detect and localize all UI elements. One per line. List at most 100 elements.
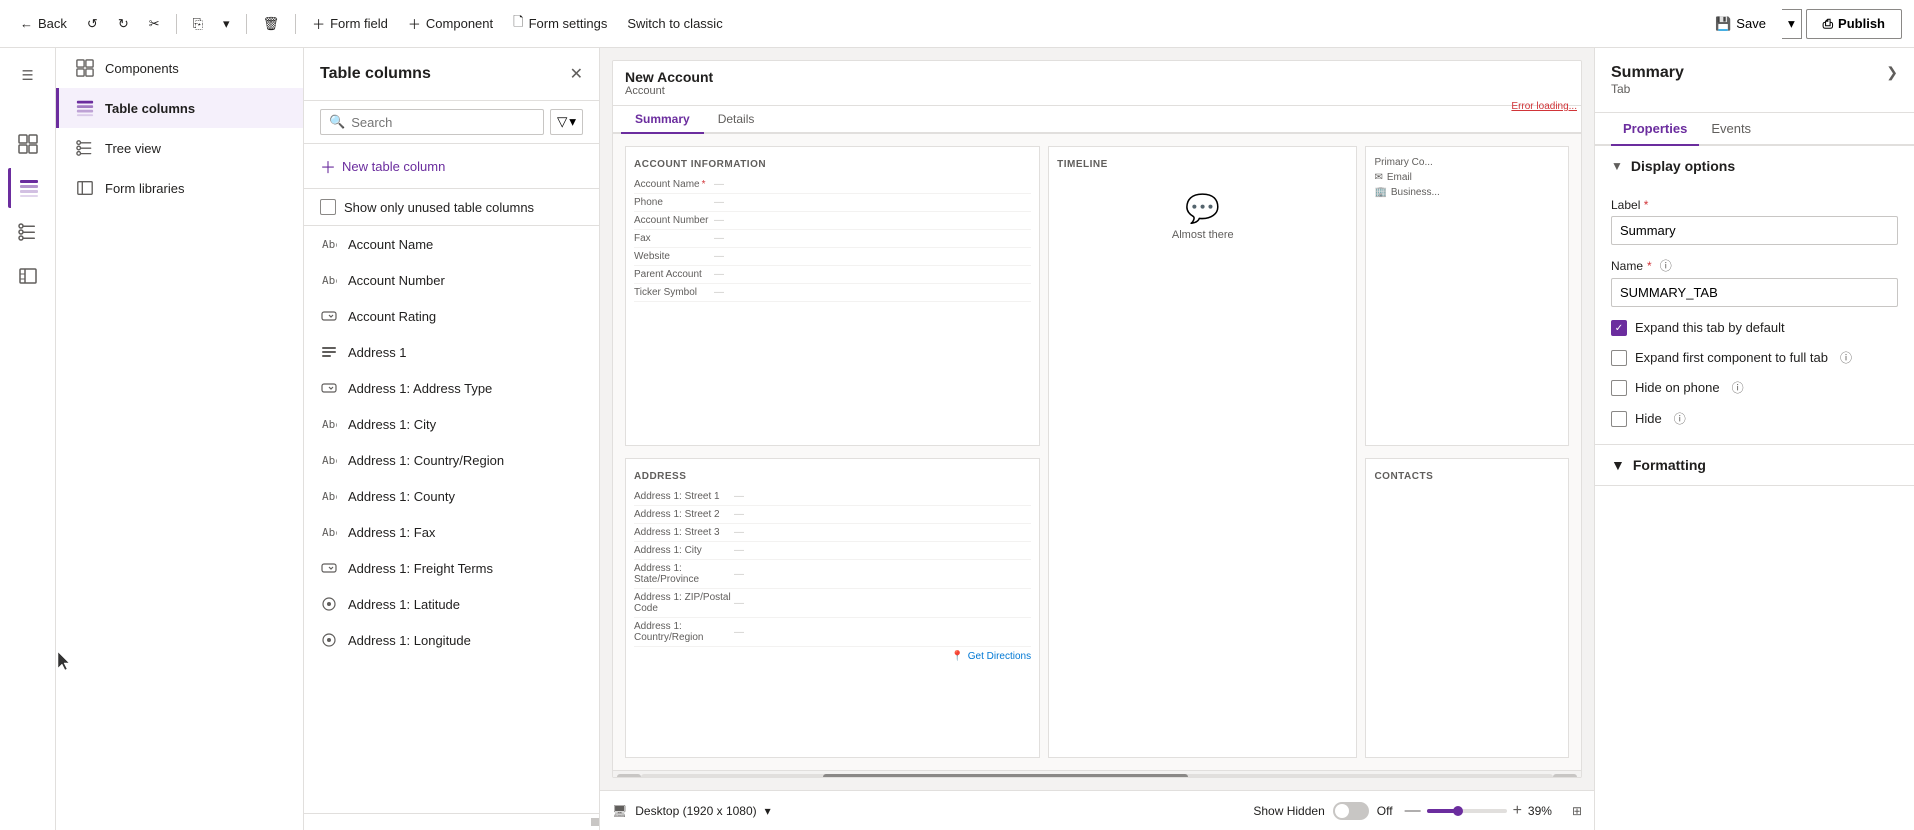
formatting-header[interactable]: ▼ Formatting [1595, 445, 1914, 485]
hamburger-menu-button[interactable]: ☰ [8, 56, 48, 96]
redo-button[interactable]: ↻ [110, 12, 137, 36]
column-item-address-1-county[interactable]: AbcAddress 1: County [304, 478, 599, 514]
table-row: Account Name*— [634, 176, 1031, 194]
form-settings-icon: 🗋 [513, 13, 523, 35]
right-panel-close-button[interactable]: ❯ [1886, 64, 1898, 81]
component-label: Component [426, 16, 493, 31]
display-options-title: Display options [1631, 158, 1735, 174]
components-icon-btn[interactable] [8, 124, 48, 164]
nav-item-table-columns[interactable]: Table columns [56, 88, 303, 128]
fullscreen-icon[interactable]: ⊞ [1572, 804, 1582, 818]
new-column-row[interactable]: ＋ New table column [304, 144, 599, 189]
save-dropdown-button[interactable]: ▾ [1782, 9, 1802, 39]
horizontal-scrollbar-thumb[interactable] [823, 774, 1188, 779]
column-item-account-number[interactable]: AbcAccount Number [304, 262, 599, 298]
column-item-address-1-fax[interactable]: AbcAddress 1: Fax [304, 514, 599, 550]
expand-first-info-icon: ⓘ [1840, 349, 1852, 366]
name-info-icon: ⓘ [1660, 257, 1672, 274]
show-unused-checkbox[interactable] [320, 199, 336, 215]
business-icon: 🏢 [1374, 187, 1386, 198]
desktop-dropdown-icon[interactable]: ▾ [765, 804, 771, 818]
name-input[interactable] [1611, 278, 1898, 307]
column-item-address-1[interactable]: Address 1 [304, 334, 599, 370]
preview-scrollbar[interactable]: ◀ ▶ [613, 770, 1581, 778]
delete-button[interactable]: 🗑 [255, 12, 288, 36]
nav-item-components[interactable]: Components [56, 48, 303, 88]
error-loading-badge[interactable]: Error loading... [1511, 101, 1577, 112]
back-icon: ← [20, 16, 33, 31]
add-icon-1: ＋ [312, 14, 325, 33]
table-cols-icon-btn[interactable] [8, 168, 48, 208]
publish-button[interactable]: ⎙ Publish [1806, 9, 1902, 39]
zoom-slider[interactable] [1427, 809, 1507, 813]
back-button[interactable]: ← Back [12, 12, 75, 35]
table-row: Address 1: City— [634, 542, 1031, 560]
expand-first-checkbox[interactable] [1611, 350, 1627, 366]
column-item-address-1-city[interactable]: AbcAddress 1: City [304, 406, 599, 442]
zoom-max-btn[interactable]: + [1513, 802, 1522, 820]
get-directions-row: 📍 Get Directions [634, 647, 1031, 662]
zoom-slider-thumb[interactable] [1453, 806, 1463, 816]
column-label-address-1-county: Address 1: County [348, 489, 455, 504]
email-row: ✉Email [1374, 170, 1560, 185]
table-row: Address 1: Country/Region— [634, 618, 1031, 647]
preview-body: ACCOUNT INFORMATION Account Name*—Phone—… [613, 134, 1581, 770]
display-options-body: Label * Name * ⓘ ✓ [1595, 198, 1914, 444]
horizontal-scrollbar-track[interactable] [641, 774, 1553, 779]
column-item-address-1-freight[interactable]: Address 1: Freight Terms [304, 550, 599, 586]
show-hidden-toggle[interactable] [1333, 802, 1369, 820]
tree-view-icon-btn[interactable] [8, 212, 48, 252]
timeline-header: Timeline [1057, 155, 1348, 176]
show-unused-row[interactable]: Show only unused table columns [304, 189, 599, 226]
scroll-right-btn[interactable]: ▶ [1553, 774, 1577, 779]
dropdown-btn[interactable]: ▾ [215, 12, 238, 36]
delete-icon: 🗑 [263, 16, 280, 32]
toolbar-separator [176, 14, 177, 34]
switch-classic-button[interactable]: Switch to classic [619, 12, 730, 35]
form-libraries-icon-btn[interactable] [8, 256, 48, 296]
column-item-address-1-lat[interactable]: Address 1: Latitude [304, 586, 599, 622]
column-item-account-name[interactable]: AbcAccount Name [304, 226, 599, 262]
component-button[interactable]: ＋ Component [400, 10, 501, 37]
column-item-account-rating[interactable]: Account Rating [304, 298, 599, 334]
hide-on-phone-checkbox[interactable] [1611, 380, 1627, 396]
table-columns-icon [19, 178, 39, 198]
preview-tab-details[interactable]: Details [704, 106, 769, 132]
columns-header: Table columns ✕ [304, 48, 599, 101]
zoom-min-btn[interactable]: — [1405, 802, 1421, 820]
right-panel-title-group: Summary Tab [1611, 64, 1684, 96]
publish-icon: ⎙ [1823, 16, 1833, 32]
tab-properties[interactable]: Properties [1611, 113, 1699, 146]
add-icon-2: ＋ [408, 14, 421, 33]
form-field-button[interactable]: ＋ Form field [304, 10, 396, 37]
filter-button[interactable]: ▽ ▾ [550, 109, 583, 135]
paste-button[interactable]: ⎘ [185, 12, 211, 36]
label-input[interactable] [1611, 216, 1898, 245]
close-columns-button[interactable]: ✕ [570, 64, 583, 84]
expand-tab-checkbox[interactable]: ✓ [1611, 320, 1627, 336]
preview-tab-summary[interactable]: Summary [621, 106, 704, 134]
save-button[interactable]: 💾 Save [1703, 10, 1778, 38]
account-info-section: ACCOUNT INFORMATION Account Name*—Phone—… [625, 146, 1040, 446]
column-item-address-1-type[interactable]: Address 1: Address Type [304, 370, 599, 406]
search-input[interactable] [351, 115, 535, 130]
undo-button[interactable]: ↺ [79, 12, 106, 36]
tab-events[interactable]: Events [1699, 113, 1763, 144]
nav-item-form-libraries[interactable]: Form libraries [56, 168, 303, 208]
nav-components-icon [75, 58, 95, 78]
form-field-label: Form field [330, 16, 388, 31]
hide-checkbox[interactable] [1611, 411, 1627, 427]
form-settings-button[interactable]: 🗋 Form settings [505, 9, 615, 39]
dropdown-icon: ▾ [223, 16, 230, 32]
show-unused-label: Show only unused table columns [344, 200, 534, 215]
preview-right-col: Primary Co... ✉Email 🏢Business... CONTAC… [1361, 142, 1573, 762]
nav-item-tree-view[interactable]: Tree view [56, 128, 303, 168]
display-options-header[interactable]: ▼ Display options [1595, 146, 1914, 186]
cut-button[interactable]: ✂ [141, 12, 168, 36]
scroll-left-btn[interactable]: ◀ [617, 774, 641, 779]
main-layout: ☰ ComponentsTable columnsTree viewForm l… [0, 48, 1914, 830]
column-item-address-1-country[interactable]: AbcAddress 1: Country/Region [304, 442, 599, 478]
table-row: Address 1: Street 3— [634, 524, 1031, 542]
column-item-address-1-long[interactable]: Address 1: Longitude [304, 622, 599, 658]
content-right-wrapper: New Account Account Summary Details Erro… [600, 48, 1914, 830]
